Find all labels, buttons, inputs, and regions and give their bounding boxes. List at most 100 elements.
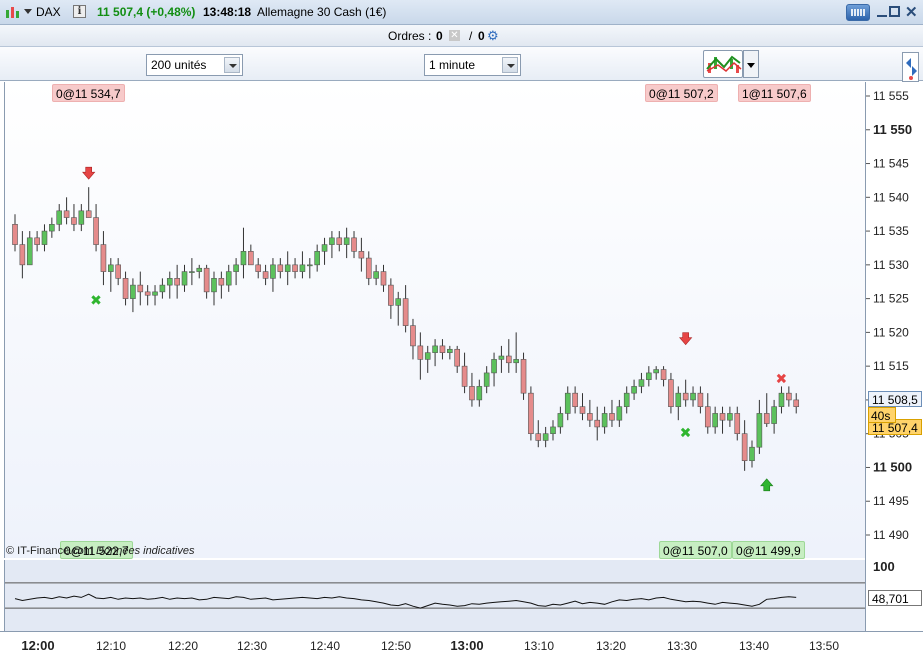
candle — [321, 237, 328, 265]
candle-body — [432, 345, 438, 353]
candle — [395, 291, 402, 326]
side-tools-button[interactable] — [902, 52, 919, 82]
order-tag-top-2[interactable]: 0@11 507,2 — [645, 84, 718, 102]
minimize-button[interactable] — [875, 5, 889, 19]
price-tick-label: 11 555 — [873, 89, 909, 103]
time-tick-label: 12:10 — [96, 639, 126, 653]
candle-body — [557, 413, 564, 428]
candle — [137, 271, 144, 306]
order-tag-bottom-2[interactable]: 0@11 507,0 — [659, 541, 732, 559]
price-chart[interactable]: ✖ ✖ ✖ — [4, 82, 865, 558]
candle — [262, 264, 269, 286]
units-dropdown-icon[interactable] — [224, 57, 240, 73]
candle-body — [424, 352, 431, 360]
oscillator-line — [14, 593, 797, 609]
order-tag-top-1[interactable]: 0@11 534,7 — [52, 84, 125, 102]
candle — [351, 231, 357, 259]
candle — [476, 379, 483, 407]
candlestick-chart[interactable]: ✖ ✖ ✖ — [5, 82, 866, 558]
candle — [166, 271, 173, 299]
period-dropdown-icon[interactable] — [502, 57, 518, 73]
candle — [734, 406, 741, 441]
candle — [130, 278, 136, 313]
candle-body — [284, 264, 291, 272]
candle — [255, 258, 262, 279]
candle-body — [49, 224, 55, 232]
maximize-button[interactable] — [889, 6, 900, 17]
candle — [358, 237, 365, 272]
candle — [314, 244, 320, 272]
close-button[interactable]: ✕ — [905, 3, 919, 21]
candle-body — [248, 251, 254, 266]
candle-body — [653, 369, 659, 374]
candle-body — [395, 298, 402, 306]
candle — [108, 258, 114, 292]
period-select-value: 1 minute — [429, 58, 476, 72]
candle-body — [690, 392, 696, 401]
candle — [277, 258, 284, 279]
oscillator-panel[interactable] — [4, 560, 866, 631]
candle — [491, 352, 497, 387]
sell-exit-cross-icon: ✖ — [775, 372, 787, 388]
candle-body — [682, 392, 689, 401]
cancel-orders-icon[interactable]: ✕ — [449, 30, 460, 41]
candle — [144, 285, 151, 306]
candle — [218, 271, 225, 299]
candle — [660, 366, 667, 387]
candle-body — [56, 210, 63, 225]
candle-body — [579, 406, 586, 414]
candle-body — [631, 386, 637, 394]
candle-body — [225, 271, 232, 286]
chart-type-dropdown-icon[interactable] — [743, 50, 759, 78]
price-axis[interactable]: 11 555 11 550 11 545 11 540 11 535 11 530 11 5… — [865, 82, 923, 631]
candle — [505, 339, 512, 373]
candle-body — [137, 284, 144, 293]
time-tick-label: 13:40 — [739, 639, 769, 653]
candle-body — [240, 251, 247, 266]
chart-type-icon — [706, 55, 742, 73]
candle-body — [159, 284, 166, 293]
oscillator-chart[interactable] — [5, 560, 866, 631]
candle — [424, 345, 431, 373]
orders-settings-gear-icon[interactable]: ⚙ — [487, 29, 499, 42]
candle — [336, 231, 343, 252]
candle-body — [196, 267, 203, 272]
symbol-label[interactable]: DAX — [36, 5, 61, 19]
price-tick-label: 11 540 — [873, 190, 909, 204]
candle-body — [439, 345, 446, 353]
candle-body — [336, 237, 343, 245]
price-tick-label: 11 515 — [873, 359, 909, 373]
candle — [572, 386, 578, 414]
candle-body — [587, 413, 593, 421]
candle-body — [365, 257, 372, 279]
order-tag-top-3[interactable]: 1@11 507,6 — [738, 84, 811, 102]
candle — [594, 406, 601, 441]
candle-body — [417, 345, 424, 360]
candle — [741, 420, 748, 471]
keyboard-icon[interactable] — [846, 4, 870, 21]
symbol-dropdown-icon[interactable] — [24, 9, 32, 14]
candle — [749, 440, 755, 468]
candle — [115, 258, 121, 286]
candle — [631, 379, 637, 400]
candle — [196, 264, 203, 279]
time-axis[interactable]: 12:00 12:10 12:20 12:30 12:40 12:50 13:00 13:10… — [0, 631, 923, 659]
candle — [579, 393, 586, 421]
orders-separator: / — [469, 29, 473, 43]
candle — [373, 264, 379, 286]
candle-body — [211, 278, 217, 293]
chart-type-button[interactable] — [703, 50, 743, 78]
candle — [712, 406, 718, 434]
candle — [682, 379, 689, 407]
units-select[interactable]: 200 unités — [146, 54, 243, 76]
candle — [690, 386, 696, 407]
info-icon[interactable]: i — [73, 5, 86, 18]
period-select[interactable]: 1 minute — [424, 54, 521, 76]
candle-body — [100, 244, 107, 272]
oscillator-axis-label: 100 — [873, 559, 895, 574]
buy-exit-cross-icon: ✖ — [680, 426, 692, 442]
candle — [557, 406, 564, 434]
candle — [778, 386, 785, 414]
order-tag-bottom-3[interactable]: 0@11 499,9 — [732, 541, 805, 559]
candle-body — [166, 278, 173, 286]
